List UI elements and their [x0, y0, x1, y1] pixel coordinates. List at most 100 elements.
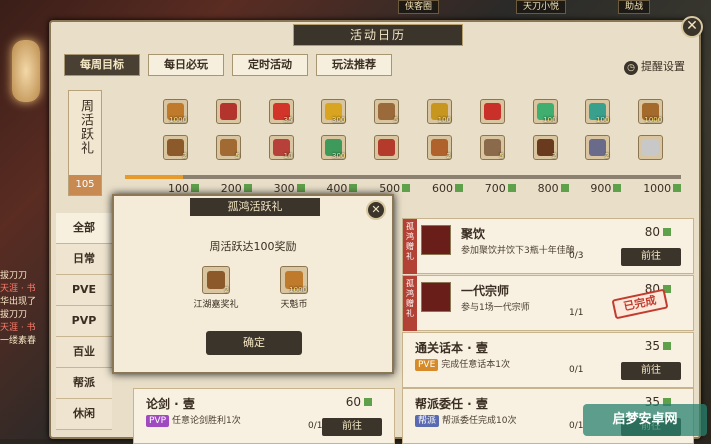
activity-name: 论剑 · 壹 [146, 397, 195, 411]
top-hud: 侠客圈 天刀小悦 助战 [230, 0, 710, 16]
item-qty: 1000 [169, 116, 187, 124]
hud-item[interactable]: 侠客圈 [398, 0, 440, 14]
jade-icon [673, 184, 682, 192]
jade-icon [663, 228, 671, 236]
item-qty: 1000 [644, 116, 663, 124]
pouch-icon[interactable]: 5 [479, 135, 505, 160]
item-image [431, 139, 448, 156]
crystal-icon[interactable] [638, 135, 664, 160]
activity-progress: 0/1 [569, 421, 584, 431]
tab-timed-activities[interactable]: 定时活动 [232, 54, 308, 76]
go-button[interactable]: 前往 [322, 418, 382, 436]
gift-tag: 孤鸿赠礼 [403, 276, 417, 331]
threshold-value: 700 [484, 182, 506, 195]
activity-progress: 0/3 [569, 251, 584, 261]
jade-icon [402, 184, 411, 192]
reminder-label: 提醒设置 [641, 60, 685, 73]
red-package-icon[interactable] [215, 99, 241, 124]
popup-reward[interactable]: 2 江湖嘉奖礼 [176, 266, 256, 310]
coin-pouch-icon[interactable]: 1000 [163, 99, 188, 124]
activity-thumbnail [421, 225, 451, 255]
box-icon[interactable]: 5 [215, 135, 241, 160]
threshold-tick: 700 [485, 182, 516, 195]
threshold-value: 800 [537, 182, 559, 195]
item-image [642, 139, 660, 156]
tab-daily-must-play[interactable]: 每日必玩 [148, 54, 224, 76]
progress-fill [125, 175, 184, 179]
reward-label: 天魁币 [280, 300, 308, 310]
bag-icon[interactable]: 1000 [638, 99, 664, 124]
category-daily[interactable]: 日常 [56, 244, 112, 275]
go-button[interactable]: 前往 [621, 248, 681, 266]
book-icon[interactable]: 2 [532, 135, 558, 160]
jade-icon [243, 184, 252, 192]
points-value: 60 [345, 395, 361, 409]
chest-icon[interactable]: 2 [163, 135, 188, 160]
reminder-settings-button[interactable]: ◷ 提醒设置 [624, 58, 685, 75]
gift-tag: 孤鸿赠礼 [403, 219, 417, 274]
threshold-value: 900 [590, 182, 612, 195]
tab-weekly-goals[interactable]: 每周目标 [64, 54, 140, 76]
item-qty: 2 [552, 152, 557, 160]
red-seal-icon[interactable] [479, 99, 505, 124]
item-qty: 10 [283, 152, 293, 160]
popup-reward[interactable]: 1000 天魁币 [254, 266, 334, 310]
popup-message: 周活跃达100奖励 [209, 240, 297, 253]
hud-item[interactable]: 天刀小悦 [516, 0, 567, 14]
item-qty: 5 [235, 152, 240, 160]
weekly-activity-box: 周活跃礼 105 [68, 90, 102, 196]
category-all[interactable]: 全部 [56, 213, 112, 244]
gold-coin-icon[interactable]: 300 [321, 99, 347, 124]
item-qty: 300 [332, 152, 346, 160]
red-gem-icon[interactable]: 35 [268, 99, 294, 124]
category-guild[interactable]: 帮派 [56, 368, 112, 399]
threshold-value: 1000 [643, 182, 672, 195]
desc-text: 帮派委任完成10次 [442, 416, 517, 426]
item-qty: 2 [604, 152, 610, 160]
activity-name: 通关话本 · 壹 [415, 341, 488, 355]
red-chest-icon[interactable] [374, 135, 400, 160]
threshold-tick: 600 [432, 182, 463, 195]
jade-icon [560, 184, 569, 192]
category-list: 全部 日常 PVE PVP 百业 帮派 休闲 [56, 213, 112, 430]
box-icon[interactable]: 2 [427, 135, 452, 160]
activity-progress: 0/1 [569, 365, 584, 375]
category-profession[interactable]: 百业 [56, 337, 112, 368]
activity-card: 孤鸿赠礼 聚饮 80 参加聚饮并饮下3瓶十年佳酿 0/3 前往 [402, 218, 694, 274]
item-qty: 2 [446, 152, 451, 160]
category-pve[interactable]: PVE [56, 275, 112, 306]
progress-track [125, 175, 681, 179]
reward-qty: 2 [224, 286, 229, 294]
category-pvp[interactable]: PVP [56, 306, 112, 337]
close-icon[interactable]: ✕ [366, 200, 386, 220]
green-gem-icon[interactable]: 300 [321, 135, 347, 160]
reward-qty: 1000 [289, 286, 307, 294]
jade-icon [191, 184, 199, 192]
scroll-icon[interactable]: 2 [585, 135, 611, 160]
jade-icon[interactable]: 100 [532, 99, 558, 124]
threshold-value: 600 [432, 182, 453, 195]
desc-text: 完成任意话本1次 [441, 360, 511, 370]
jade-icon [507, 184, 516, 192]
category-leisure[interactable]: 休闲 [56, 399, 112, 430]
close-icon[interactable]: ✕ [681, 16, 703, 38]
tab-recommended[interactable]: 玩法推荐 [316, 54, 392, 76]
activity-card: 论剑 · 壹 60 PVP 任意论剑胜利1次 0/1 前往 [133, 388, 395, 444]
box-icon[interactable]: 5 [374, 99, 400, 124]
hud-item[interactable]: 助战 [618, 0, 651, 14]
item-image [483, 103, 501, 120]
threshold-tick: 900 [590, 182, 622, 195]
pve-badge: PVE [415, 359, 439, 371]
desc-text: 任意论剑胜利1次 [172, 416, 241, 426]
jade-icon [613, 184, 622, 192]
confirm-button[interactable]: 确定 [206, 331, 302, 355]
gold-coin-icon[interactable]: 100 [427, 99, 452, 124]
red-item-icon[interactable]: 10 [268, 135, 294, 160]
jade-icon [349, 184, 358, 192]
teal-note-icon[interactable]: 100 [585, 99, 611, 124]
guild-badge: 帮派 [415, 415, 440, 427]
item-image [378, 139, 396, 156]
go-button[interactable]: 前往 [621, 362, 681, 380]
item-image [219, 103, 237, 120]
activity-card: 通关话本 · 壹 35 PVE 完成任意话本1次 0/1 前往 [402, 332, 694, 388]
